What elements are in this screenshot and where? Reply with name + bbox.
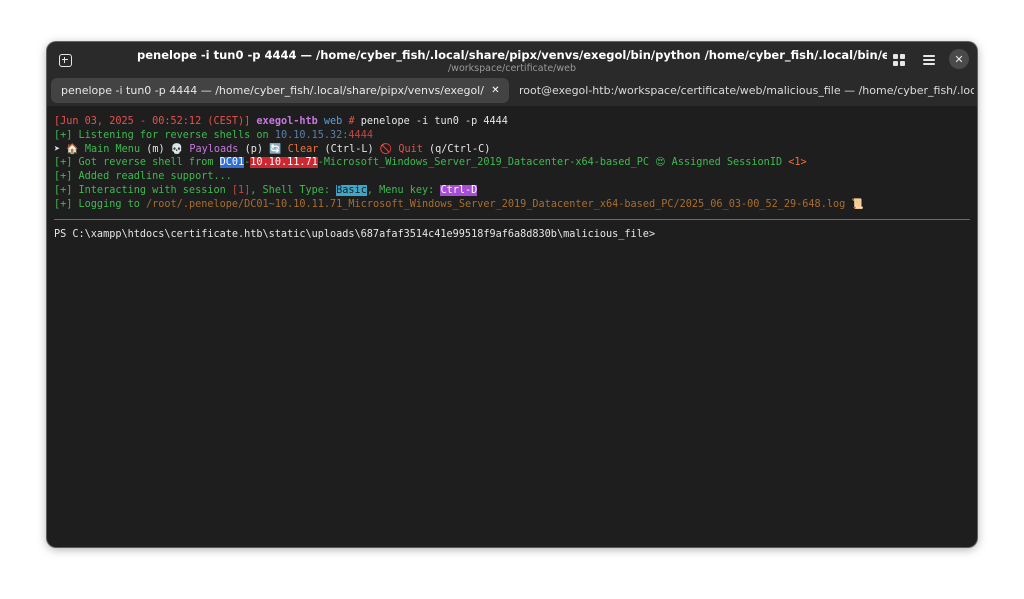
session-id: <1> xyxy=(788,157,807,169)
payloads-key: (p) xyxy=(244,143,263,155)
interacting-text: [+] Interacting with session xyxy=(54,184,232,196)
terminal-window: penelope -i tun0 -p 4444 — /home/cyber_f… xyxy=(47,42,977,547)
os-text: -Microsoft_Windows_Server_2019_Datacente… xyxy=(317,157,656,169)
window-title: penelope -i tun0 -p 4444 — /home/cyber_f… xyxy=(137,48,887,62)
main-menu-key: (m) xyxy=(146,143,165,155)
prompt-host: exegol-htb xyxy=(256,116,318,127)
menu-key-badge: Ctrl-D xyxy=(440,184,478,196)
stop-icon: 🚫 xyxy=(379,143,393,155)
quit-key: (q/Ctrl-C) xyxy=(429,143,491,155)
clear-hint: Clear xyxy=(287,143,319,155)
tab-close-icon[interactable]: ✕ xyxy=(488,83,503,98)
tab-root-shell[interactable]: root@exegol-htb:/workspace/certificate/w… xyxy=(510,78,976,103)
quit-hint: Quit xyxy=(398,143,423,155)
tab-label: penelope -i tun0 -p 4444 — /home/cyber_f… xyxy=(61,84,485,97)
scroll-icon: 📜 xyxy=(851,198,864,210)
shell-type-text: , Shell Type: xyxy=(250,184,337,196)
tab-label: root@exegol-htb:/workspace/certificate/w… xyxy=(519,84,974,97)
close-icon[interactable]: ✕ xyxy=(949,49,969,69)
shell-type-badge: Basic xyxy=(336,184,367,196)
main-menu-hint: Main Menu xyxy=(84,143,141,155)
heart-eyes-icon: 😍 xyxy=(655,157,666,169)
logging-line: [+] Logging to /root/.penelope/DC01~10.1… xyxy=(54,198,970,212)
separator-line xyxy=(54,218,970,220)
home-icon: 🏠 xyxy=(66,143,79,155)
payloads-hint: Payloads xyxy=(189,143,239,155)
skull-icon: 💀 xyxy=(170,143,184,155)
new-tab-icon[interactable] xyxy=(55,50,75,70)
title-bar[interactable]: penelope -i tun0 -p 4444 — /home/cyber_f… xyxy=(47,42,977,77)
prompt-dir: web xyxy=(323,116,343,127)
reverse-shell-line: [+] Got reverse shell from DC01-10.10.11… xyxy=(54,156,970,170)
listening-text: [+] Listening for reverse shells on xyxy=(54,129,275,141)
refresh-icon: 🔄 xyxy=(269,143,282,155)
terminal-output[interactable]: [Jun 03, 2025 - 00:52:12 (CEST)] exegol-… xyxy=(47,106,977,547)
menu-hints-line: ➤ 🏠 Main Menu (m) 💀 Payloads (p) 🔄 Clear… xyxy=(54,143,970,157)
log-path: /root/.penelope/DC01~10.10.11.71_Microso… xyxy=(146,198,846,210)
arrow-icon: ➤ xyxy=(54,143,61,155)
listening-line: [+] Listening for reverse shells on 10.1… xyxy=(54,129,970,143)
prompt-command: penelope -i tun0 -p 4444 xyxy=(360,116,508,127)
tab-bar: penelope -i tun0 -p 4444 — /home/cyber_f… xyxy=(47,77,977,106)
logging-text: [+] Logging to xyxy=(54,198,147,210)
prompt-timestamp: [Jun 03, 2025 - 00:52:12 (CEST)] xyxy=(54,116,251,127)
readline-line: [+] Added readline support... xyxy=(54,171,232,183)
session-number: [1] xyxy=(231,184,251,196)
listen-port: 4444 xyxy=(348,129,373,141)
ip-badge: 10.10.11.71 xyxy=(250,157,318,169)
prompt-hash: # xyxy=(348,116,355,127)
grid-view-icon[interactable] xyxy=(889,50,909,70)
window-subtitle: /workspace/certificate/web xyxy=(447,63,577,74)
host-badge: DC01 xyxy=(219,157,245,169)
tab-penelope[interactable]: penelope -i tun0 -p 4444 — /home/cyber_f… xyxy=(51,78,509,103)
assigned-text: Assigned SessionID xyxy=(665,157,789,169)
interacting-line: [+] Interacting with session [1], Shell … xyxy=(54,184,970,198)
menu-key-text: , Menu key: xyxy=(366,184,441,196)
prompt-line: [Jun 03, 2025 - 00:52:12 (CEST)] exegol-… xyxy=(54,115,970,129)
clear-key: (Ctrl-L) xyxy=(324,143,374,155)
hamburger-menu-icon[interactable] xyxy=(919,50,939,70)
powershell-prompt[interactable]: PS C:\xampp\htdocs\certificate.htb\stati… xyxy=(54,228,970,242)
reverse-shell-text: [+] Got reverse shell from xyxy=(54,157,220,169)
listen-ip: 10.10.15.32 xyxy=(274,129,343,141)
